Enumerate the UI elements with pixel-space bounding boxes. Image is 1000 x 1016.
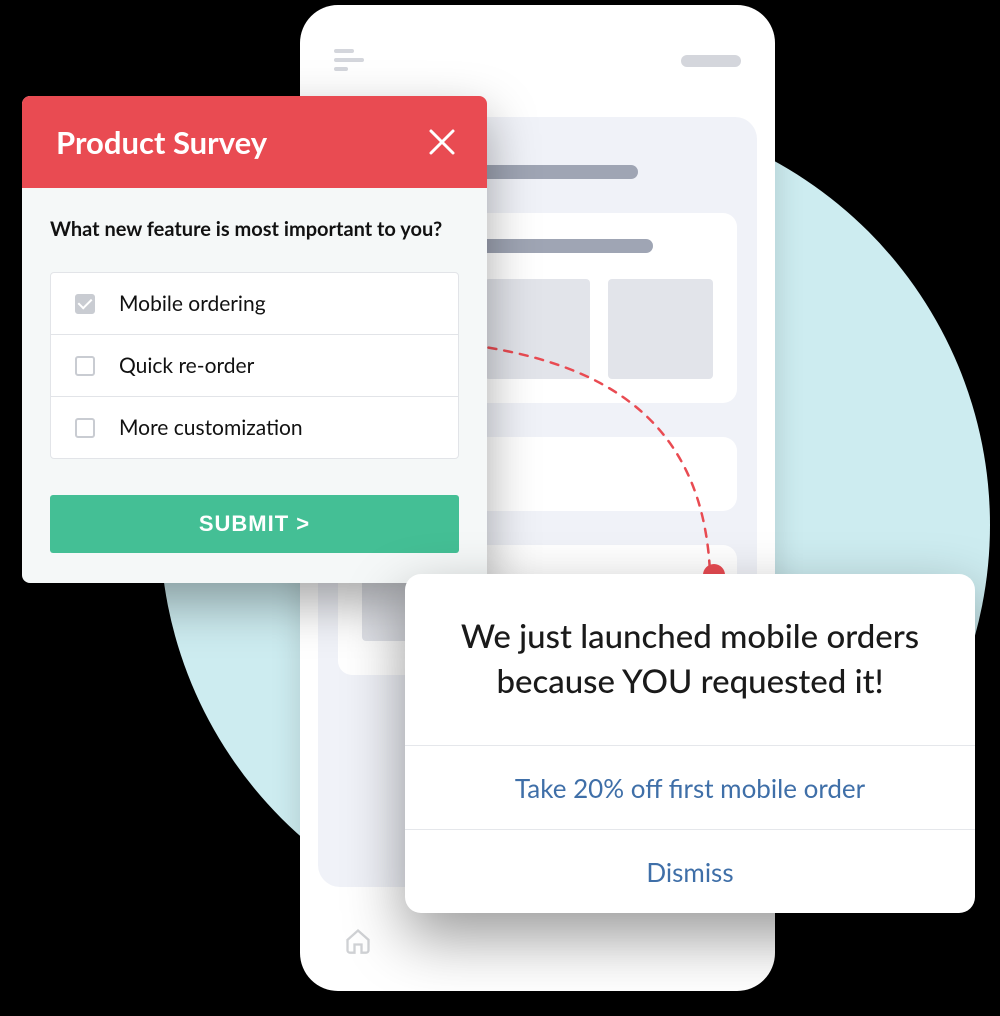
survey-modal: Product Survey What new feature is most …	[22, 96, 487, 583]
survey-options: Mobile ordering Quick re-order More cust…	[50, 272, 459, 459]
home-icon	[344, 927, 372, 959]
survey-header: Product Survey	[22, 96, 487, 188]
submit-button[interactable]: SUBMIT >	[50, 495, 459, 553]
notification-headline: We just launched mobile orders because Y…	[449, 614, 931, 703]
checkbox-icon[interactable]	[75, 418, 95, 438]
survey-option[interactable]: Quick re-order	[51, 335, 458, 397]
survey-question: What new feature is most important to yo…	[50, 214, 459, 244]
notification-dismiss-button[interactable]: Dismiss	[405, 829, 975, 913]
placeholder-square	[608, 279, 713, 379]
header-placeholder	[681, 55, 741, 67]
placeholder-square	[485, 279, 590, 379]
close-icon[interactable]	[427, 127, 457, 157]
survey-title: Product Survey	[56, 123, 267, 161]
survey-option[interactable]: Mobile ordering	[51, 273, 458, 335]
option-label: Mobile ordering	[119, 291, 266, 316]
hamburger-icon	[334, 49, 364, 73]
option-label: More customization	[119, 415, 303, 440]
checkbox-icon[interactable]	[75, 356, 95, 376]
notification-primary-action[interactable]: Take 20% off first mobile order	[405, 745, 975, 829]
survey-option[interactable]: More customization	[51, 397, 458, 458]
notification-card: We just launched mobile orders because Y…	[405, 574, 975, 913]
checkbox-icon[interactable]	[75, 294, 95, 314]
option-label: Quick re-order	[119, 353, 254, 378]
